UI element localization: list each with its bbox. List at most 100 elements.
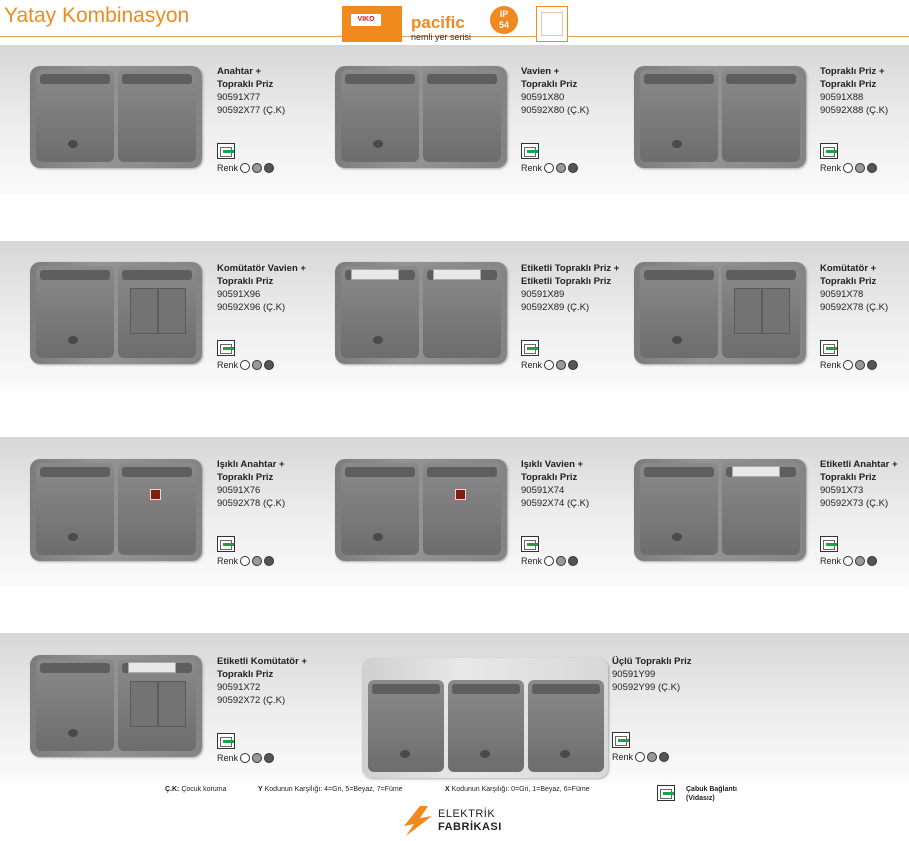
indicator-light [150, 489, 161, 500]
quick-connect-legend-icon [657, 785, 675, 801]
socket-lid [726, 270, 796, 280]
product-name-line2: Topraklı Priz [521, 472, 578, 483]
brand-name: VIKO [351, 14, 381, 26]
smoke-color-swatch [264, 163, 275, 173]
product-name: Etiketli Komütatör + [217, 656, 307, 667]
socket-module [423, 463, 501, 555]
x-key: X [445, 786, 450, 793]
quick-connect-icon [820, 536, 838, 552]
white-color-swatch [240, 753, 251, 763]
socket-module [448, 680, 524, 772]
product-text: Topraklı Priz + Topraklı Priz 90591X88 9059… [820, 65, 888, 117]
socket-module [36, 463, 114, 555]
socket-lid [644, 74, 714, 84]
white-color-swatch [843, 163, 854, 173]
footer-x-legend: X Kodunun Karşılığı: 0=Gri, 1=Beyaz, 6=F… [445, 786, 590, 793]
socket-lid [427, 467, 497, 477]
socket-lid [122, 74, 192, 84]
socket-module [528, 680, 604, 772]
socket-lid [345, 467, 415, 477]
color-options: Renk [612, 752, 670, 762]
product-name-line2: Topraklı Priz [820, 79, 877, 90]
white-color-swatch [843, 360, 854, 370]
grey-color-swatch [855, 360, 866, 370]
product-text: Komütatör + Topraklı Priz 90591X78 90592X78… [820, 262, 888, 314]
series-description: nemli yer serisi [411, 32, 472, 42]
frame-inner-icon [541, 12, 563, 36]
socket-module [118, 659, 196, 751]
product-text: Üçlü Topraklı Priz 90591Y99 90592Y99 (Ç.K) [612, 655, 692, 694]
socket-image [30, 262, 202, 364]
product-name: Topraklı Priz + [820, 66, 885, 77]
socket-lid [452, 684, 520, 694]
white-color-swatch [635, 752, 646, 762]
quick-connect-icon [820, 143, 838, 159]
socket-lid [372, 684, 440, 694]
socket-image [30, 66, 202, 168]
socket-image [335, 459, 507, 561]
socket-module [640, 70, 718, 162]
page-title: Yatay Kombinasyon [4, 4, 190, 27]
product-code: 90591X72 [217, 682, 261, 693]
product-name-line2: Topraklı Priz [521, 79, 578, 90]
product-code-child-safe: 90592X72 (Ç.K) [217, 695, 286, 706]
socket-image [335, 262, 507, 364]
socket-lid [726, 74, 796, 84]
socket-module [36, 70, 114, 162]
product-code-child-safe: 90592X77 (Ç.K) [217, 105, 286, 116]
color-options: Renk [217, 753, 275, 763]
product-text: Komütatör Vavien + Topraklı Priz 90591X96 9… [217, 262, 306, 314]
grey-color-swatch [252, 360, 263, 370]
grey-color-swatch [855, 556, 866, 566]
product-code-child-safe: 90592X78 (Ç.K) [217, 498, 286, 509]
socket-module [640, 266, 718, 358]
white-color-swatch [240, 360, 251, 370]
quick-connect-icon [217, 733, 235, 749]
cover-latch [373, 533, 383, 541]
renk-label: Renk [217, 753, 239, 763]
y-text: Kodunun Karşılığı: 4=Gri, 5=Beyaz, 7=Füm… [264, 786, 403, 793]
color-options: Renk [217, 556, 275, 566]
cover-latch [672, 336, 682, 344]
socket-module [423, 266, 501, 358]
product-code-child-safe: 90592X96 (Ç.K) [217, 302, 286, 313]
socket-module [36, 266, 114, 358]
socket-lid [40, 74, 110, 84]
lightning-logo-icon [404, 806, 432, 836]
product-name: Anahtar + [217, 66, 262, 77]
label-window [351, 269, 399, 280]
rocker-key [130, 288, 158, 334]
product-name: Komütatör + [820, 263, 877, 274]
smoke-color-swatch [867, 556, 878, 566]
product-name: Işıklı Anahtar + [217, 459, 285, 470]
ck-text: Çocuk koruma [181, 786, 227, 793]
product-code: 90591X73 [820, 485, 864, 496]
grey-color-swatch [556, 556, 567, 566]
product-code: 90591X76 [217, 485, 261, 496]
cover-latch [480, 750, 490, 758]
rocker-key [130, 681, 158, 727]
socket-lid [40, 467, 110, 477]
cover-latch [373, 336, 383, 344]
renk-label: Renk [217, 163, 239, 173]
socket-module [118, 463, 196, 555]
color-options: Renk [217, 360, 275, 370]
quick-connect-icon [217, 340, 235, 356]
rocker-key [158, 681, 186, 727]
quick-connect-icon [521, 143, 539, 159]
product-code: 90591X78 [820, 289, 864, 300]
smoke-color-swatch [867, 360, 878, 370]
product-name-line2: Topraklı Priz [217, 79, 274, 90]
product-text: Vavien + Topraklı Priz 90591X80 90592X80 (Ç… [521, 65, 589, 117]
footer-ck-legend: Ç.K: Çocuk koruma [165, 786, 226, 793]
socket-lid [644, 270, 714, 280]
logo-line-1: ELEKTRİK [438, 808, 496, 820]
socket-module [640, 463, 718, 555]
socket-image [634, 262, 806, 364]
color-options: Renk [820, 556, 878, 566]
rocker-key [734, 288, 762, 334]
cover-latch [560, 750, 570, 758]
label-window [732, 466, 780, 477]
socket-image [362, 658, 608, 778]
product-text: Işıklı Anahtar + Topraklı Priz 90591X76 905… [217, 458, 285, 510]
